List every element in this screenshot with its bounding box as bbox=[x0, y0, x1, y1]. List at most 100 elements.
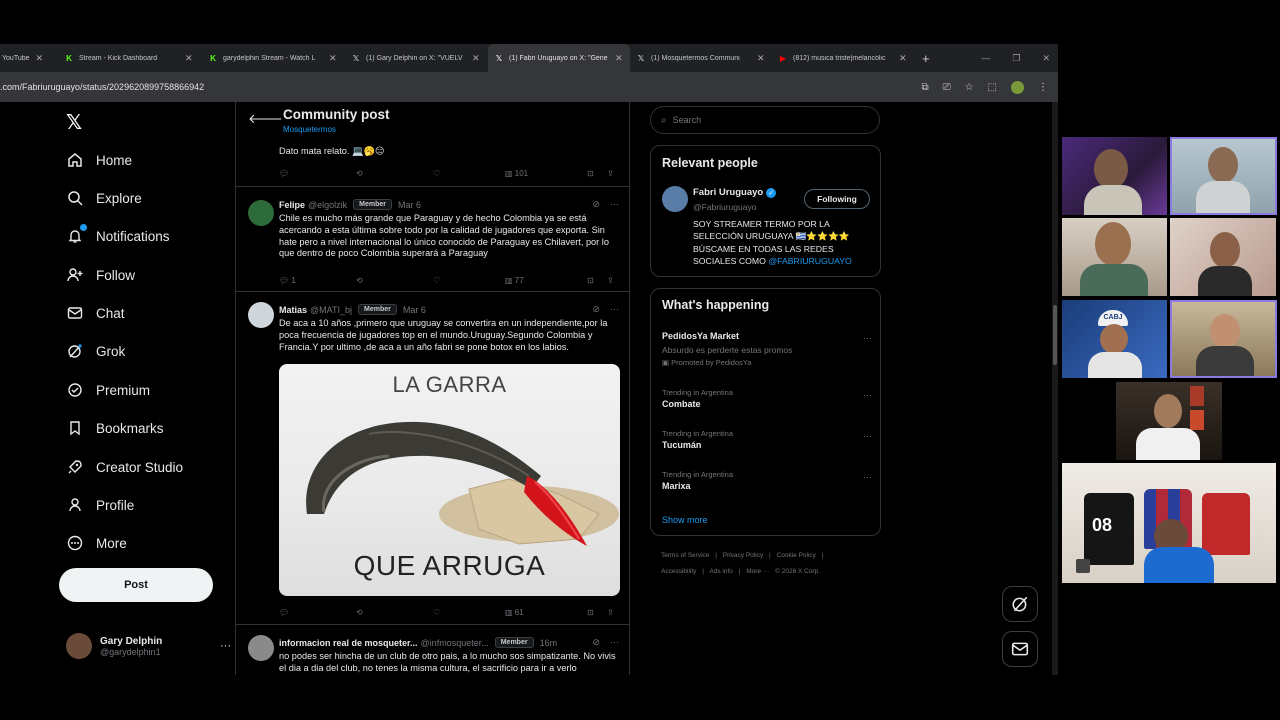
post[interactable]: Matias @MATI_bj Member Mar 6 ⊘ ··· De ac… bbox=[236, 293, 629, 625]
more-dots-icon[interactable]: ··· bbox=[220, 640, 231, 652]
back-arrow-icon[interactable]: 🡐 bbox=[248, 111, 283, 127]
extensions-icon[interactable]: ⬚ bbox=[988, 82, 997, 93]
footer-link[interactable]: Accessibility bbox=[661, 568, 696, 575]
nav-item-notifications[interactable]: Notifications bbox=[66, 223, 170, 249]
grok-icon[interactable]: ⊘ bbox=[592, 304, 600, 315]
share-icon[interactable]: ⇪ bbox=[607, 169, 614, 178]
nav-item-creator-studio[interactable]: Creator Studio bbox=[66, 454, 183, 480]
cast-icon[interactable]: ⎚ bbox=[943, 82, 951, 93]
menu-dots-icon[interactable]: ⋮ bbox=[1038, 82, 1048, 93]
post-button[interactable]: Post bbox=[59, 568, 213, 602]
browser-tab[interactable]: K garydelphin Stream - Watch L ✕ bbox=[202, 44, 345, 72]
share-icon[interactable]: ⇪ bbox=[607, 608, 614, 617]
messages-fab-icon[interactable] bbox=[1002, 631, 1038, 667]
maximize-icon[interactable]: ❐ bbox=[1012, 53, 1020, 64]
new-tab-button[interactable]: + bbox=[922, 51, 930, 66]
footer-link[interactable]: Cookie Policy bbox=[777, 552, 816, 559]
browser-tab[interactable]: 𝕏 (1) Mosquetermos Communi ✕ bbox=[630, 44, 772, 72]
close-icon[interactable]: ✕ bbox=[757, 53, 765, 64]
bio-link[interactable]: @FABRIURUGUAYO bbox=[768, 256, 851, 266]
close-icon[interactable]: ✕ bbox=[185, 53, 193, 64]
nav-item-profile[interactable]: Profile bbox=[66, 492, 134, 518]
like-icon[interactable]: ♡ bbox=[433, 276, 505, 285]
close-icon[interactable]: ✕ bbox=[615, 53, 623, 64]
views-count[interactable]: ▥ 101 bbox=[505, 169, 587, 178]
more-dots-icon[interactable]: ··· bbox=[610, 637, 619, 648]
close-icon[interactable]: ✕ bbox=[36, 53, 44, 64]
author-name[interactable]: informacion real de mosqueter... bbox=[279, 638, 418, 648]
nav-item-explore[interactable]: Explore bbox=[66, 185, 142, 211]
following-button[interactable]: Following bbox=[804, 189, 870, 209]
grok-icon[interactable]: ⊘ bbox=[592, 637, 600, 648]
show-more-link[interactable]: Show more bbox=[662, 515, 708, 525]
account-switcher[interactable]: Gary Delphin @garydelphin1 ··· bbox=[66, 632, 231, 660]
search-input[interactable]: ⌕ Search bbox=[650, 106, 880, 134]
footer-link[interactable]: Ads info bbox=[709, 568, 733, 575]
nav-item-home[interactable]: Home bbox=[66, 147, 132, 173]
footer-link[interactable]: Privacy Policy bbox=[723, 552, 763, 559]
more-dots-icon[interactable]: ··· bbox=[610, 199, 619, 210]
trend-item[interactable]: Trending in Argentina Marixa ··· bbox=[662, 470, 872, 491]
url-field[interactable]: .com/Fabriuruguayo/status/20296208997588… bbox=[0, 82, 204, 92]
footer-link[interactable]: More ··· bbox=[746, 568, 769, 575]
share-icon[interactable]: ⇪ bbox=[607, 276, 614, 285]
author-handle[interactable]: @elgolzik bbox=[308, 200, 347, 210]
trend-item[interactable]: Trending in Argentina Combate ··· bbox=[662, 388, 872, 409]
meme-image[interactable]: LA GARRA QUE ARRUGA bbox=[279, 364, 620, 596]
author-handle[interactable]: @MATI_bj bbox=[310, 305, 352, 315]
reply-icon[interactable]: 💬︎ bbox=[279, 608, 356, 617]
nav-item-more[interactable]: More bbox=[66, 530, 127, 556]
more-dots-icon[interactable]: ··· bbox=[863, 472, 872, 482]
browser-tab[interactable]: K Stream - Kick Dashboard ✕ bbox=[58, 44, 202, 72]
footer-link[interactable]: Terms of Service bbox=[661, 552, 709, 559]
bookmark-icon[interactable]: ⊡ bbox=[587, 608, 607, 617]
nav-item-premium[interactable]: Premium bbox=[66, 377, 150, 403]
bookmark-icon[interactable]: ⊡ bbox=[587, 169, 607, 178]
more-dots-icon[interactable]: ··· bbox=[863, 431, 872, 441]
bookmark-icon[interactable]: ⊡ bbox=[587, 276, 607, 285]
post-date[interactable]: 16m bbox=[540, 638, 558, 648]
post[interactable]: informacion real de mosqueter... @infmos… bbox=[236, 626, 629, 675]
nav-item-bookmarks[interactable]: Bookmarks bbox=[66, 415, 164, 441]
repost-icon[interactable]: ⟲ bbox=[356, 608, 433, 617]
close-icon[interactable]: ✕ bbox=[329, 53, 337, 64]
post-date[interactable]: Mar 6 bbox=[403, 305, 426, 315]
profile-avatar-icon[interactable] bbox=[1011, 80, 1024, 94]
repost-icon[interactable]: ⟲ bbox=[356, 276, 433, 285]
nav-item-follow[interactable]: Follow bbox=[66, 262, 135, 288]
author-name[interactable]: Matias bbox=[279, 305, 307, 315]
more-dots-icon[interactable]: ··· bbox=[863, 333, 872, 343]
nav-item-chat[interactable]: Chat bbox=[66, 300, 125, 326]
close-window-icon[interactable]: ✕ bbox=[1042, 53, 1050, 64]
views-count[interactable]: ▥ 77 bbox=[505, 276, 587, 285]
grok-icon[interactable]: ⊘ bbox=[592, 199, 600, 210]
nav-item-grok[interactable]: Grok bbox=[66, 338, 125, 364]
browser-tab[interactable]: YouTube ✕ bbox=[0, 44, 58, 72]
grok-fab-icon[interactable] bbox=[1002, 586, 1038, 622]
views-count[interactable]: ▥ 61 bbox=[505, 608, 587, 617]
more-dots-icon[interactable]: ··· bbox=[610, 304, 619, 315]
scrollbar-thumb[interactable] bbox=[1053, 305, 1057, 365]
like-icon[interactable]: ♡ bbox=[433, 608, 505, 617]
page-scrollbar[interactable] bbox=[1052, 102, 1058, 675]
browser-tab[interactable]: 𝕏 (1) Gary Delphin on X: "VUELV ✕ bbox=[345, 44, 488, 72]
reply-icon[interactable]: 💬︎ bbox=[279, 169, 356, 178]
profile-handle[interactable]: @Fabriuruguayo bbox=[693, 202, 756, 212]
trend-item[interactable]: PedidosYa Market Absurdo es perderte est… bbox=[662, 331, 872, 367]
browser-tab[interactable]: ▶ (812) musica triste|melancólic ✕ bbox=[772, 44, 914, 72]
close-icon[interactable]: ✕ bbox=[472, 53, 480, 64]
like-icon[interactable]: ♡ bbox=[433, 169, 505, 178]
x-logo-icon[interactable]: 𝕏 bbox=[66, 110, 82, 135]
more-dots-icon[interactable]: ··· bbox=[863, 390, 872, 400]
profile-name[interactable]: Fabri Uruguayo ✓ bbox=[693, 187, 777, 198]
close-icon[interactable]: ✕ bbox=[899, 53, 907, 64]
minimize-icon[interactable]: — bbox=[981, 53, 990, 63]
post[interactable]: Felipe @elgolzik Member Mar 6 ⊘ ··· Chil… bbox=[236, 188, 629, 292]
translate-icon[interactable]: ⧉ bbox=[921, 82, 928, 93]
reply-icon[interactable]: 💬︎ 1 bbox=[279, 276, 356, 285]
browser-tab-active[interactable]: 𝕏 (1) Fabri Uruguayo on X: "Gene ✕ bbox=[488, 44, 630, 72]
author-name[interactable]: Felipe bbox=[279, 200, 305, 210]
repost-icon[interactable]: ⟲ bbox=[356, 169, 433, 178]
trend-item[interactable]: Trending in Argentina Tucumán ··· bbox=[662, 429, 872, 450]
author-handle[interactable]: @infmosqueter... bbox=[421, 638, 489, 648]
